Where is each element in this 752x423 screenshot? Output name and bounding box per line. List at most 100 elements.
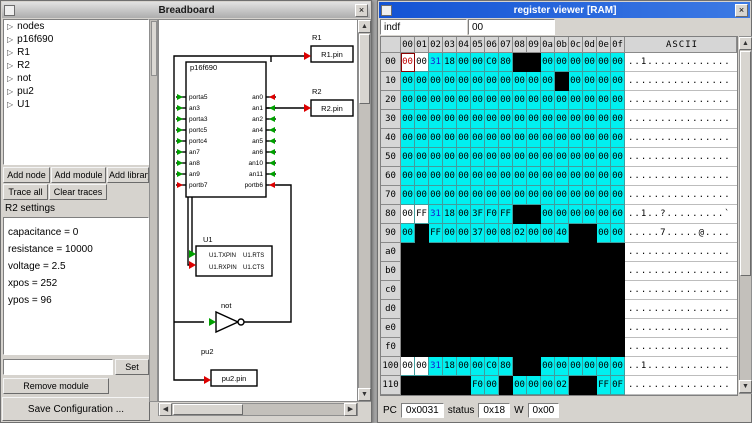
register-cell-30-0d[interactable]: 00 [583, 110, 597, 129]
register-cell-c0-0b[interactable] [555, 281, 569, 300]
register-cell-10-08[interactable]: 00 [513, 72, 527, 91]
register-cell-f0-0e[interactable] [597, 338, 611, 357]
attribute-entry[interactable] [3, 359, 113, 375]
pin-label-an9[interactable]: an9 [189, 171, 200, 178]
register-cell-80-0f[interactable]: 60 [611, 205, 625, 224]
register-cell-40-09[interactable]: 00 [527, 129, 541, 148]
expander-icon[interactable]: ▷ [7, 35, 13, 44]
register-cell-70-03[interactable]: 00 [443, 186, 457, 205]
register-cell-100-06[interactable]: C0 [485, 357, 499, 376]
remove-module-button[interactable]: Remove module [3, 378, 109, 394]
register-cell-10-03[interactable]: 00 [443, 72, 457, 91]
u1-box[interactable] [196, 246, 272, 276]
register-cell-90-0a[interactable]: 00 [541, 224, 555, 243]
register-cell-f0-05[interactable] [471, 338, 485, 357]
register-cell-b0-0c[interactable] [569, 262, 583, 281]
register-cell-10-01[interactable]: 00 [415, 72, 429, 91]
register-cell-20-05[interactable]: 00 [471, 91, 485, 110]
register-cell-00-03[interactable]: 18 [443, 53, 457, 72]
register-cell-70-0c[interactable]: 00 [569, 186, 583, 205]
register-cell-d0-02[interactable] [429, 300, 443, 319]
register-cell-60-0c[interactable]: 00 [569, 167, 583, 186]
register-cell-c0-0d[interactable] [583, 281, 597, 300]
register-cell-a0-08[interactable] [513, 243, 527, 262]
register-cell-d0-01[interactable] [415, 300, 429, 319]
register-cell-70-05[interactable]: 00 [471, 186, 485, 205]
register-cell-30-05[interactable]: 00 [471, 110, 485, 129]
register-cell-50-0e[interactable]: 00 [597, 148, 611, 167]
register-cell-e0-0a[interactable] [541, 319, 555, 338]
scrollbar-thumb[interactable] [359, 34, 370, 104]
register-cell-80-06[interactable]: F0 [485, 205, 499, 224]
register-cell-70-02[interactable]: 00 [429, 186, 443, 205]
register-cell-100-00[interactable]: 00 [401, 357, 415, 376]
register-cell-b0-0b[interactable] [555, 262, 569, 281]
clear-traces-button[interactable]: Clear traces [49, 184, 107, 200]
register-cell-100-05[interactable]: 00 [471, 357, 485, 376]
expander-icon[interactable]: ▷ [7, 61, 13, 70]
register-cell-90-05[interactable]: 37 [471, 224, 485, 243]
register-cell-60-00[interactable]: 00 [401, 167, 415, 186]
register-cell-50-0a[interactable]: 00 [541, 148, 555, 167]
tree-item-p16f690[interactable]: ▷p16f690 [4, 33, 148, 46]
register-cell-a0-04[interactable] [457, 243, 471, 262]
register-cell-20-08[interactable]: 00 [513, 91, 527, 110]
register-cell-e0-0b[interactable] [555, 319, 569, 338]
register-cell-e0-02[interactable] [429, 319, 443, 338]
register-cell-30-06[interactable]: 00 [485, 110, 499, 129]
register-cell-30-0a[interactable]: 00 [541, 110, 555, 129]
register-cell-e0-0e[interactable] [597, 319, 611, 338]
register-cell-110-05[interactable]: F0 [471, 376, 485, 395]
register-cell-60-02[interactable]: 00 [429, 167, 443, 186]
pin-label-an8[interactable]: an8 [189, 160, 200, 167]
register-cell-f0-0d[interactable] [583, 338, 597, 357]
register-cell-40-0b[interactable]: 00 [555, 129, 569, 148]
register-cell-30-03[interactable]: 00 [443, 110, 457, 129]
register-cell-30-01[interactable]: 00 [415, 110, 429, 129]
register-cell-90-0c[interactable] [569, 224, 583, 243]
register-cell-90-08[interactable]: 02 [513, 224, 527, 243]
pin-label-porta5[interactable]: porta5 [189, 94, 208, 101]
pin-label-porta3[interactable]: porta3 [189, 116, 208, 123]
register-cell-c0-07[interactable] [499, 281, 513, 300]
tree-item-pu2[interactable]: ▷pu2 [4, 85, 148, 98]
register-cell-f0-0b[interactable] [555, 338, 569, 357]
register-cell-c0-04[interactable] [457, 281, 471, 300]
register-cell-50-05[interactable]: 00 [471, 148, 485, 167]
register-cell-100-0c[interactable]: 00 [569, 357, 583, 376]
register-cell-b0-05[interactable] [471, 262, 485, 281]
pin-label-an11[interactable]: an11 [249, 171, 263, 178]
register-cell-f0-0f[interactable] [611, 338, 625, 357]
register-cell-10-0b[interactable] [555, 72, 569, 91]
register-cell-10-05[interactable]: 00 [471, 72, 485, 91]
register-cell-f0-09[interactable] [527, 338, 541, 357]
register-cell-b0-06[interactable] [485, 262, 499, 281]
register-cell-70-07[interactable]: 00 [499, 186, 513, 205]
register-cell-a0-0e[interactable] [597, 243, 611, 262]
register-cell-00-05[interactable]: 00 [471, 53, 485, 72]
register-cell-110-00[interactable] [401, 376, 415, 395]
register-cell-110-0a[interactable]: 00 [541, 376, 555, 395]
pin-label-an2[interactable]: an2 [252, 116, 263, 123]
register-cell-b0-00[interactable] [401, 262, 415, 281]
register-cell-e0-01[interactable] [415, 319, 429, 338]
register-cell-d0-08[interactable] [513, 300, 527, 319]
register-cell-00-01[interactable]: 00 [415, 53, 429, 72]
register-cell-a0-05[interactable] [471, 243, 485, 262]
register-cell-70-0a[interactable]: 00 [541, 186, 555, 205]
expander-icon[interactable]: ▷ [7, 48, 13, 57]
register-cell-40-08[interactable]: 00 [513, 129, 527, 148]
register-viewer-titlebar[interactable]: register viewer [RAM] × [379, 2, 750, 18]
register-cell-90-06[interactable]: 00 [485, 224, 499, 243]
register-cell-100-03[interactable]: 18 [443, 357, 457, 376]
register-cell-30-0e[interactable]: 00 [597, 110, 611, 129]
register-cell-70-0b[interactable]: 00 [555, 186, 569, 205]
register-cell-60-0e[interactable]: 00 [597, 167, 611, 186]
register-cell-00-00[interactable]: 00 [401, 53, 415, 72]
register-cell-f0-06[interactable] [485, 338, 499, 357]
register-cell-60-06[interactable]: 00 [485, 167, 499, 186]
register-cell-80-09[interactable] [527, 205, 541, 224]
register-cell-b0-0a[interactable] [541, 262, 555, 281]
register-cell-60-01[interactable]: 00 [415, 167, 429, 186]
register-cell-100-02[interactable]: 31 [429, 357, 443, 376]
